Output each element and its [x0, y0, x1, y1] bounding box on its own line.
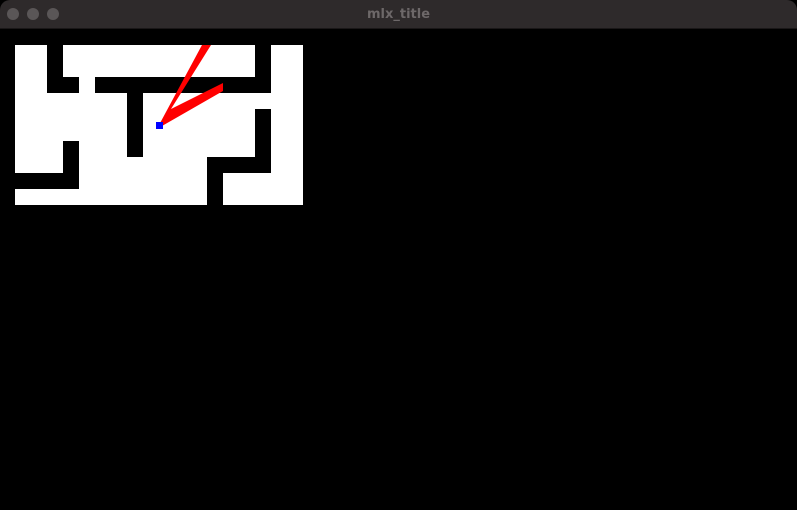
window-titlebar[interactable]: mlx_title [0, 0, 797, 29]
wall-segment [47, 77, 79, 93]
game-canvas[interactable] [0, 29, 797, 510]
wall-segment [255, 45, 271, 93]
wall-segment [95, 77, 223, 93]
wall-segment [15, 173, 79, 189]
wall-segment [207, 157, 223, 205]
window-title: mlx_title [366, 7, 431, 22]
game-window: mlx_title [0, 0, 797, 510]
player [156, 122, 163, 129]
wall-segment [223, 77, 255, 93]
minimap [15, 45, 303, 205]
wall-segment [127, 77, 143, 157]
